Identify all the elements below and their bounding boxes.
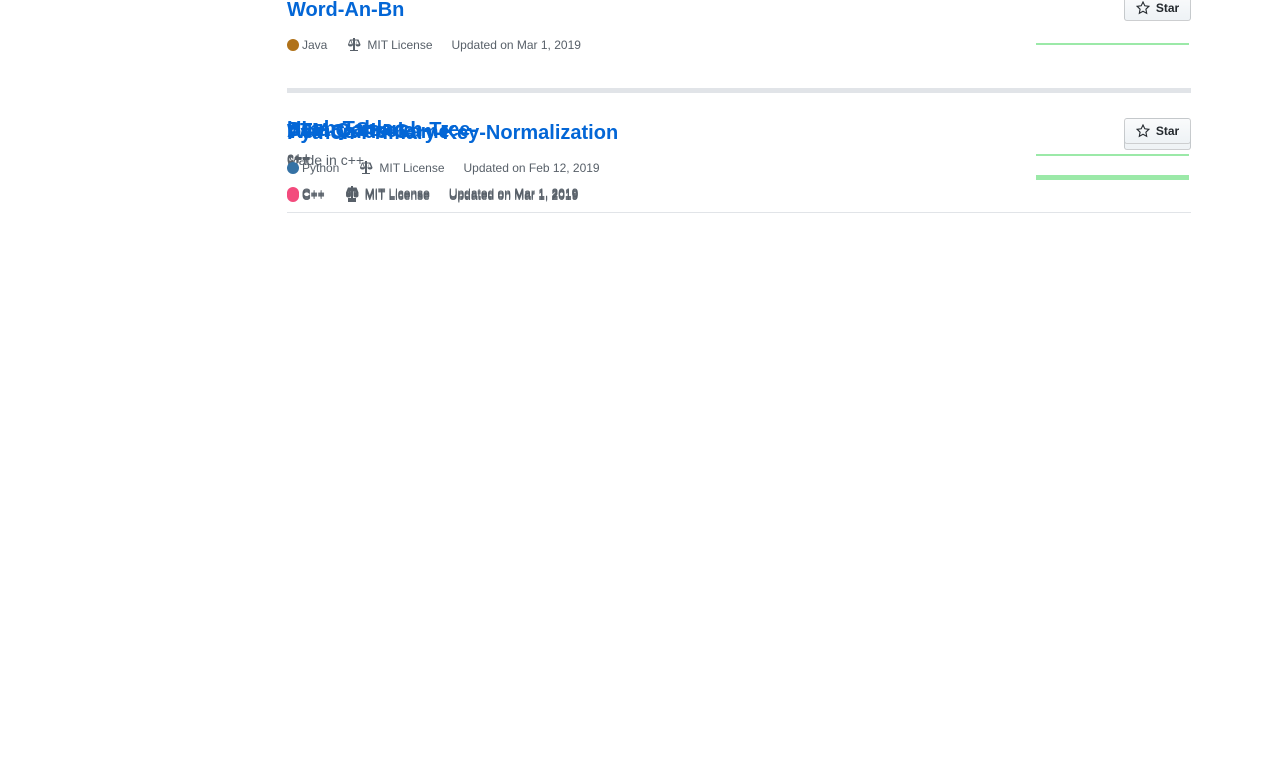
language-info: Java — [287, 36, 327, 54]
law-icon — [348, 38, 361, 51]
star-icon — [1135, 124, 1150, 138]
language-color-dot — [287, 39, 299, 51]
license-info: MIT License — [346, 36, 433, 54]
language-label: Java — [302, 38, 328, 52]
star-label: Star — [1155, 1, 1180, 15]
repo-item-word-an-bn: Word-An-Bn Java MIT License Updated on M… — [287, 0, 1191, 89]
license-label: MIT License — [367, 38, 433, 52]
repository-list: Word-An-Bn Java MIT License Updated on M… — [287, 0, 1191, 213]
star-button[interactable]: Star — [1124, 118, 1191, 144]
activity-sparkline — [1036, 154, 1189, 156]
language-label: Python — [302, 161, 340, 175]
repo-title-link[interactable]: Word-An-Bn — [287, 0, 404, 23]
star-button[interactable]: Star — [1124, 0, 1191, 21]
star-label: Star — [1155, 124, 1180, 138]
language-info: Python — [287, 159, 339, 177]
law-icon — [360, 161, 373, 174]
repo-item-python-primary-key-normalization: Python-Primary-Key-Normalization Python … — [287, 93, 1191, 213]
star-icon — [1135, 1, 1150, 15]
activity-sparkline — [1036, 43, 1189, 45]
license-label: MIT License — [379, 161, 445, 175]
license-info: MIT License — [358, 159, 445, 177]
repo-meta: Python MIT License Updated on Feb 12, 20… — [287, 159, 619, 177]
repositories-viewport: Word-An-Bn Java MIT License Updated on M… — [0, 0, 1266, 776]
repo-meta: Java MIT License Updated on Mar 1, 2019 — [287, 36, 600, 54]
language-color-dot — [287, 162, 299, 174]
repo-title-link[interactable]: Python-Primary-Key-Normalization — [287, 120, 618, 146]
updated-info: Updated on Feb 12, 2019 — [463, 161, 600, 175]
updated-info: Updated on Mar 1, 2019 — [451, 38, 581, 52]
